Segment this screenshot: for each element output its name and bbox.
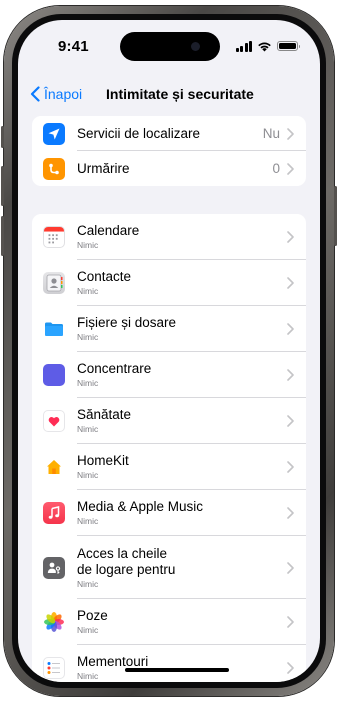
moon-icon [43, 364, 65, 386]
row-calendars[interactable]: Calendare Nimic [32, 214, 306, 260]
front-camera-icon [191, 42, 200, 51]
dynamic-island [120, 32, 220, 61]
row-label: Media & Apple Music [77, 499, 204, 514]
row-focus[interactable]: Concentrare Nimic [32, 352, 306, 398]
music-note-icon [43, 502, 65, 524]
row-subtitle: Nimic [77, 240, 99, 250]
chevron-right-icon [287, 127, 294, 140]
folder-icon [43, 318, 65, 340]
row-label: Contacte [77, 269, 132, 284]
row-reminders[interactable]: Mementouri Nimic [32, 645, 306, 682]
heart-icon [43, 410, 65, 432]
screen: 9:41 Înapoi Intimitate și securitate Ser… [18, 20, 320, 682]
chevron-right-icon [287, 662, 294, 674]
row-text: Servicii de localizare [77, 126, 200, 142]
chevron-right-icon [287, 277, 294, 289]
row-subtitle: Nimic [77, 424, 99, 434]
chevron-right-icon [287, 415, 294, 427]
chevron-right-icon [287, 616, 294, 628]
row-text: Poze Nimic [77, 608, 108, 636]
row-contacts[interactable]: Contacte Nimic [32, 260, 306, 306]
back-label: Înapoi [44, 86, 83, 102]
row-value: 0 [272, 161, 280, 176]
calendar-icon [43, 226, 65, 248]
row-text: Urmărire [77, 161, 130, 177]
navigation-bar: Înapoi Intimitate și securitate [18, 78, 320, 112]
row-text: Media & Apple Music Nimic [77, 499, 203, 527]
status-bar: 9:41 [18, 20, 320, 66]
volume-up-button [1, 166, 4, 206]
cellular-signal-icon [235, 40, 252, 52]
row-text: HomeKit Nimic [77, 453, 129, 481]
chevron-right-icon [287, 231, 294, 243]
row-subtitle: Nimic [77, 516, 99, 526]
row-subtitle: Nimic [77, 625, 99, 635]
row-text: Fișiere și dosare Nimic [77, 315, 176, 343]
row-subtitle: Nimic [77, 286, 99, 296]
home-icon [43, 456, 65, 478]
row-homekit[interactable]: HomeKit Nimic [32, 444, 306, 490]
row-text: Acces la cheile de logare pentru Nimic [77, 546, 175, 590]
row-subtitle: Nimic [77, 378, 99, 388]
wifi-icon [258, 42, 271, 51]
row-text: Calendare Nimic [77, 223, 139, 251]
chevron-right-icon [287, 369, 294, 381]
app-permissions-group: Calendare Nimic Contacte Nimic Fișiere ș… [32, 214, 306, 682]
chevron-left-icon [30, 86, 40, 102]
status-icons [235, 40, 300, 52]
row-label: Servicii de localizare [77, 125, 201, 141]
chevron-right-icon [287, 561, 294, 574]
phone-bezel: 9:41 Înapoi Intimitate și securitate Ser… [12, 14, 326, 688]
phone-frame: 9:41 Înapoi Intimitate și securitate Ser… [1, 6, 337, 696]
row-subtitle: Nimic [77, 332, 99, 342]
row-photos[interactable]: Poze Nimic [32, 599, 306, 645]
home-indicator[interactable] [125, 668, 229, 672]
row-subtitle: Nimic [77, 671, 99, 681]
contacts-icon [43, 272, 65, 294]
row-label: Sănătate [77, 407, 132, 422]
row-label: Calendare [77, 223, 140, 238]
row-location-services[interactable]: Servicii de localizare Nu [32, 116, 306, 151]
passkey-access-icon [43, 556, 65, 579]
tracking-icon [43, 157, 65, 180]
chevron-right-icon [287, 507, 294, 519]
chevron-right-icon [287, 323, 294, 335]
chevron-right-icon [287, 162, 294, 175]
row-passkey-access[interactable]: Acces la cheile de logare pentru Nimic [32, 536, 306, 599]
row-text: Contacte Nimic [77, 269, 131, 297]
row-label: Urmărire [77, 160, 130, 176]
row-health[interactable]: Sănătate Nimic [32, 398, 306, 444]
status-time: 9:41 [58, 38, 89, 55]
location-arrow-icon [43, 122, 65, 145]
location-tracking-group: Servicii de localizare Nu Urmărire 0 [32, 116, 306, 186]
row-label: Concentrare [77, 361, 152, 376]
row-label: Fișiere și dosare [77, 315, 177, 330]
volume-down-button [1, 216, 4, 256]
row-label: Acces la cheile [77, 545, 168, 561]
row-value: Nu [262, 126, 280, 141]
row-text: Sănătate Nimic [77, 407, 131, 435]
action-button [1, 126, 4, 148]
row-label: HomeKit [77, 453, 129, 468]
row-tracking[interactable]: Urmărire 0 [32, 151, 306, 186]
power-button [334, 186, 337, 246]
row-label-line-2: de logare pentru [77, 561, 176, 577]
reminders-icon [43, 657, 65, 679]
row-text: Concentrare Nimic [77, 361, 151, 389]
photos-icon [43, 611, 65, 633]
battery-icon [277, 41, 300, 51]
page-title: Intimitate și securitate [106, 86, 254, 102]
row-subtitle: Nimic [77, 578, 99, 589]
row-subtitle: Nimic [77, 470, 99, 480]
row-label: Poze [77, 608, 108, 623]
back-button[interactable]: Înapoi [30, 86, 82, 102]
chevron-right-icon [287, 461, 294, 473]
row-files[interactable]: Fișiere și dosare Nimic [32, 306, 306, 352]
row-media-music[interactable]: Media & Apple Music Nimic [32, 490, 306, 536]
